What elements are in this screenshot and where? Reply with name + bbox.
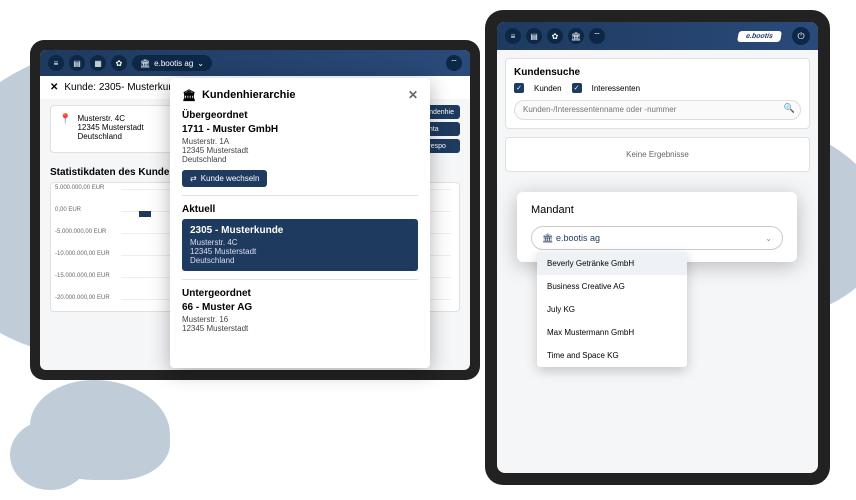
gear-icon[interactable]: ✿: [111, 55, 127, 71]
current-country: Deutschland: [190, 256, 410, 265]
checkbox-customers[interactable]: ✓: [514, 83, 524, 93]
file-icon[interactable]: ▤: [69, 55, 85, 71]
mandant-title: Mandant: [531, 204, 783, 216]
chart-bar: [139, 211, 151, 217]
current-label: Aktuell: [182, 204, 418, 215]
close-icon[interactable]: ✕: [50, 82, 58, 93]
mandant-option[interactable]: Max Mustermann GmbH: [537, 321, 687, 344]
power-icon[interactable]: ⏻: [792, 27, 810, 45]
hierarchy-dialog: 🏛 Kundenhierarchie ✕ Übergeordnet 1711 -…: [170, 78, 430, 368]
close-icon[interactable]: ✕: [408, 88, 418, 102]
mandant-option[interactable]: July KG: [537, 298, 687, 321]
no-results: Keine Ergebnisse: [505, 137, 810, 172]
child-label: Untergeordnet: [182, 288, 418, 299]
brand-logo: e.bootis: [737, 31, 782, 42]
file-icon[interactable]: ▤: [526, 28, 542, 44]
y-tick: -20.000.000,00 EUR: [55, 295, 110, 301]
tenant-label: e.bootis ag: [154, 59, 193, 68]
address-country: Deutschland: [77, 132, 143, 141]
mandant-dropdown: Beverly Getränke GmbH Business Creative …: [537, 252, 687, 367]
building-icon: 🏛: [140, 59, 150, 68]
checkbox-prospects[interactable]: ✓: [572, 83, 582, 93]
search-input[interactable]: [514, 100, 801, 120]
menu-icon[interactable]: ≡: [48, 55, 64, 71]
y-tick: 5.000.000,00 EUR: [55, 185, 104, 191]
y-tick: -15.000.000,00 EUR: [55, 273, 110, 279]
search-panel: Kundensuche ✓ Kunden ✓ Interessenten 🔍: [505, 58, 810, 129]
swap-customer-button[interactable]: ⇄ Kunde wechseln: [182, 170, 267, 187]
current-name: 2305 - Musterkunde: [190, 225, 410, 236]
address-street: Musterstr. 4C: [77, 114, 143, 123]
gear-icon[interactable]: ✿: [547, 28, 563, 44]
tenant-selector[interactable]: 🏛 e.bootis ag ⌄: [132, 55, 212, 71]
mandant-option[interactable]: Beverly Getränke GmbH: [537, 252, 687, 275]
mandant-selected: e.bootis ag: [556, 233, 600, 243]
mandant-option[interactable]: Business Creative AG: [537, 275, 687, 298]
menu-icon[interactable]: ≡: [505, 28, 521, 44]
current-entity: 2305 - Musterkunde Musterstr. 4C 12345 M…: [182, 219, 418, 271]
swap-icon: ⇄: [190, 174, 197, 183]
parent-label: Übergeordnet: [182, 110, 418, 121]
checkbox-prospects-label: Interessenten: [592, 84, 640, 93]
chevron-down-icon: ⌄: [197, 59, 204, 68]
tablet-portrait: ≡ ▤ ✿ 🏛 ⌔ e.bootis ⏻ Kundensuche ✓ Kunde…: [485, 10, 830, 485]
wifi-icon[interactable]: ⌔: [446, 55, 462, 71]
y-tick: -5.000.000,00 EUR: [55, 229, 106, 235]
y-tick: -10.000.000,00 EUR: [55, 251, 110, 257]
child-street: Musterstr. 16: [182, 315, 418, 324]
dialog-title: Kundenhierarchie: [202, 89, 296, 101]
topbar: ≡ ▤ ▦ ✿ 🏛 e.bootis ag ⌄ ⌔: [40, 50, 470, 76]
child-city: 12345 Musterstadt: [182, 324, 418, 333]
mandant-select[interactable]: 🏛 e.bootis ag ⌄: [531, 226, 783, 250]
parent-name[interactable]: 1711 - Muster GmbH: [182, 124, 418, 135]
breadcrumb-text: Kunde: 2305- Musterkunde: [64, 82, 185, 93]
current-city: 12345 Musterstadt: [190, 247, 410, 256]
checkbox-customers-label: Kunden: [534, 84, 562, 93]
parent-city: 12345 Musterstadt: [182, 146, 418, 155]
search-title: Kundensuche: [514, 67, 801, 78]
screen-right: ≡ ▤ ✿ 🏛 ⌔ e.bootis ⏻ Kundensuche ✓ Kunde…: [497, 22, 818, 473]
pin-icon: 📍: [59, 114, 71, 144]
bank-icon: 🏛: [182, 89, 196, 102]
current-street: Musterstr. 4C: [190, 238, 410, 247]
building-icon: 🏛: [542, 233, 553, 244]
child-name[interactable]: 66 - Muster AG: [182, 302, 418, 313]
search-icon[interactable]: 🔍: [784, 103, 795, 114]
y-tick: 0,00 EUR: [55, 207, 81, 213]
topbar-right: ≡ ▤ ✿ 🏛 ⌔ e.bootis ⏻: [497, 22, 818, 50]
wifi-icon[interactable]: ⌔: [589, 28, 605, 44]
parent-street: Musterstr. 1A: [182, 137, 418, 146]
mandant-option[interactable]: Time and Space KG: [537, 344, 687, 367]
parent-country: Deutschland: [182, 155, 418, 164]
calendar-icon[interactable]: ▦: [90, 55, 106, 71]
mandant-dialog: Mandant 🏛 e.bootis ag ⌄ Beverly Getränke…: [517, 192, 797, 262]
address-city: 12345 Musterstadt: [77, 123, 143, 132]
building-icon[interactable]: 🏛: [568, 28, 584, 44]
chevron-down-icon: ⌄: [765, 234, 772, 243]
